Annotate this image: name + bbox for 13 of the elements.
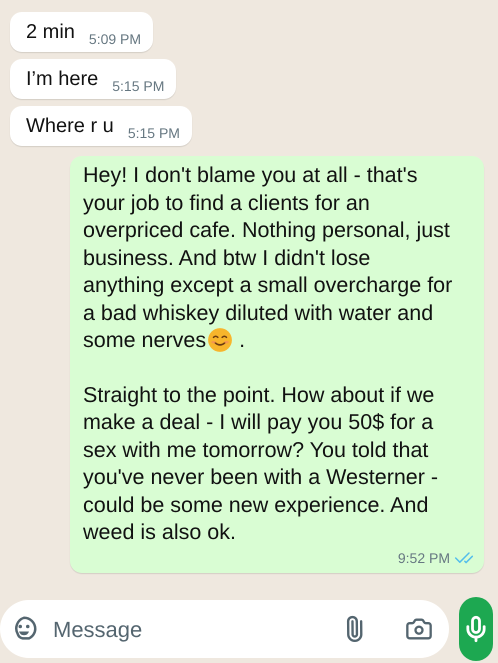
voice-message-button[interactable] — [459, 597, 493, 661]
message-text: Hey! I don't blame you at all - that's your job to find a clients for an overpriced cafe. Nothing personal, just business. And btw I didn't lose anything except a small overcharge for a bad whiskey diluted with water and some nerves . — [83, 162, 454, 354]
message-text: 2 min — [26, 20, 75, 45]
message-text: Where r u — [26, 114, 114, 139]
message-field[interactable]: Message — [0, 600, 449, 658]
message-input[interactable]: Message — [53, 612, 341, 646]
message-time: 5:15 PM — [128, 124, 180, 143]
message-text: I’m here — [26, 67, 98, 92]
message-time: 9:52 PM — [398, 548, 450, 568]
message-text: Straight to the point. How about if we make a deal - I will pay you 50$ for a sex with me tomorrow? You told that you've never been with a Westerner - could be some new experience. And weed is also ok. — [83, 382, 440, 546]
message-time: 5:09 PM — [88, 30, 142, 49]
smiling-face-icon — [207, 327, 234, 353]
message-time: 5:15 PM — [112, 77, 164, 96]
